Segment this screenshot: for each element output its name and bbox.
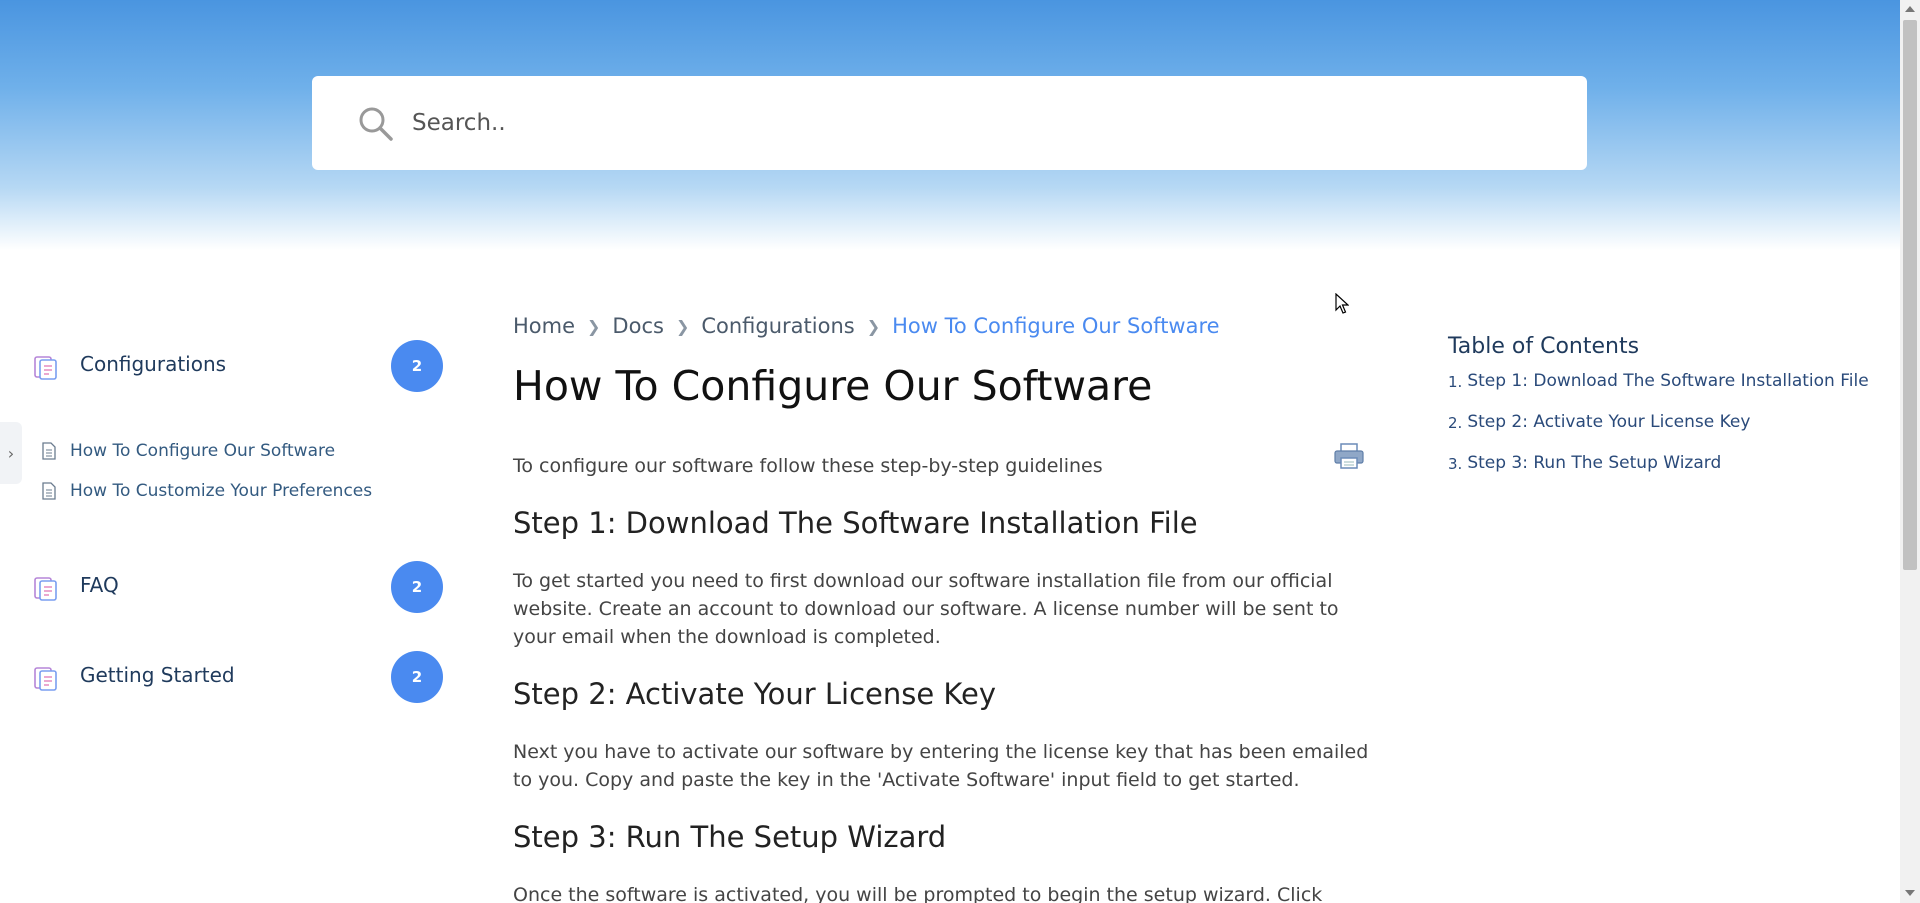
- sidebar-item-how-to-configure[interactable]: How To Configure Our Software: [42, 438, 335, 464]
- toc-item[interactable]: 1. Step 1: Download The Software Install…: [1448, 371, 1888, 412]
- toc-item-label: Step 3: Run The Setup Wizard: [1467, 453, 1722, 473]
- sidebar-item-how-to-customize[interactable]: How To Customize Your Preferences: [42, 478, 372, 504]
- chevron-right-icon: ❯: [866, 316, 881, 336]
- toc-item-number: 1.: [1448, 373, 1463, 391]
- sidebar-toggle-button[interactable]: ›: [0, 422, 22, 484]
- toc-title: Table of Contents: [1448, 334, 1640, 359]
- toc-item[interactable]: 3. Step 3: Run The Setup Wizard: [1448, 453, 1888, 494]
- folder-docs-icon: [34, 356, 57, 380]
- sidebar-category-faq[interactable]: FAQ 2: [30, 561, 450, 613]
- article-count-badge: 2: [391, 651, 443, 703]
- folder-docs-icon: [34, 667, 57, 691]
- breadcrumb-docs-link[interactable]: Docs: [612, 314, 664, 338]
- step-2-heading: Step 2: Activate Your License Key: [513, 677, 997, 711]
- scroll-up-arrow-icon[interactable]: [1905, 6, 1915, 12]
- toc-item-number: 2.: [1448, 414, 1463, 432]
- print-icon[interactable]: [1333, 442, 1365, 470]
- page-scrollbar[interactable]: [1900, 0, 1920, 903]
- table-of-contents: Table of Contents 1. Step 1: Download Th…: [1448, 334, 1888, 494]
- search-bar[interactable]: [312, 76, 1587, 170]
- scroll-down-arrow-icon[interactable]: [1905, 890, 1915, 896]
- chevron-right-icon: ❯: [587, 316, 601, 336]
- step-3-body: Once the software is activated, you will…: [513, 884, 1323, 903]
- document-icon: [42, 482, 56, 500]
- sidebar-item-label: How To Configure Our Software: [70, 441, 336, 461]
- folder-docs-icon: [34, 577, 57, 601]
- scrollbar-thumb[interactable]: [1903, 20, 1917, 570]
- step-1-heading: Step 1: Download The Software Installati…: [513, 506, 1198, 540]
- breadcrumb-home-link[interactable]: Home: [513, 314, 575, 338]
- toc-item[interactable]: 2. Step 2: Activate Your License Key: [1448, 412, 1888, 453]
- chevron-right-icon: ❯: [675, 316, 690, 336]
- step-2-body: Next you have to activate our software b…: [513, 741, 1369, 791]
- article-count-badge: 2: [391, 340, 443, 392]
- sidebar-item-label: How To Customize Your Preferences: [70, 481, 373, 501]
- sidebar-category-getting-started[interactable]: Getting Started 2: [30, 651, 450, 703]
- sidebar-category-label: FAQ: [80, 573, 119, 597]
- breadcrumb-configurations-link[interactable]: Configurations: [701, 314, 854, 338]
- page-title: How To Configure Our Software: [513, 362, 1153, 410]
- breadcrumb-current: How To Configure Our Software: [892, 314, 1220, 338]
- toc-item-number: 3.: [1448, 455, 1463, 473]
- step-1-body: To get started you need to first downloa…: [513, 570, 1339, 648]
- search-icon: [359, 107, 393, 141]
- article-count-badge: 2: [391, 561, 443, 613]
- sidebar-category-label: Configurations: [80, 352, 227, 376]
- search-input[interactable]: [412, 98, 1552, 148]
- sidebar-category-label: Getting Started: [80, 663, 235, 687]
- mouse-cursor-icon: [1335, 293, 1349, 314]
- sidebar-category-configurations[interactable]: Configurations 2: [30, 340, 450, 392]
- toc-list: 1. Step 1: Download The Software Install…: [1448, 371, 1888, 494]
- toc-item-label: Step 1: Download The Software Installati…: [1467, 371, 1869, 391]
- article-intro: To configure our software follow these s…: [513, 455, 1103, 477]
- document-icon: [42, 442, 56, 460]
- step-3-heading: Step 3: Run The Setup Wizard: [513, 820, 947, 854]
- toc-item-label: Step 2: Activate Your License Key: [1467, 412, 1751, 432]
- breadcrumb: Home ❯ Docs ❯ Configurations ❯ How To Co…: [513, 314, 1220, 338]
